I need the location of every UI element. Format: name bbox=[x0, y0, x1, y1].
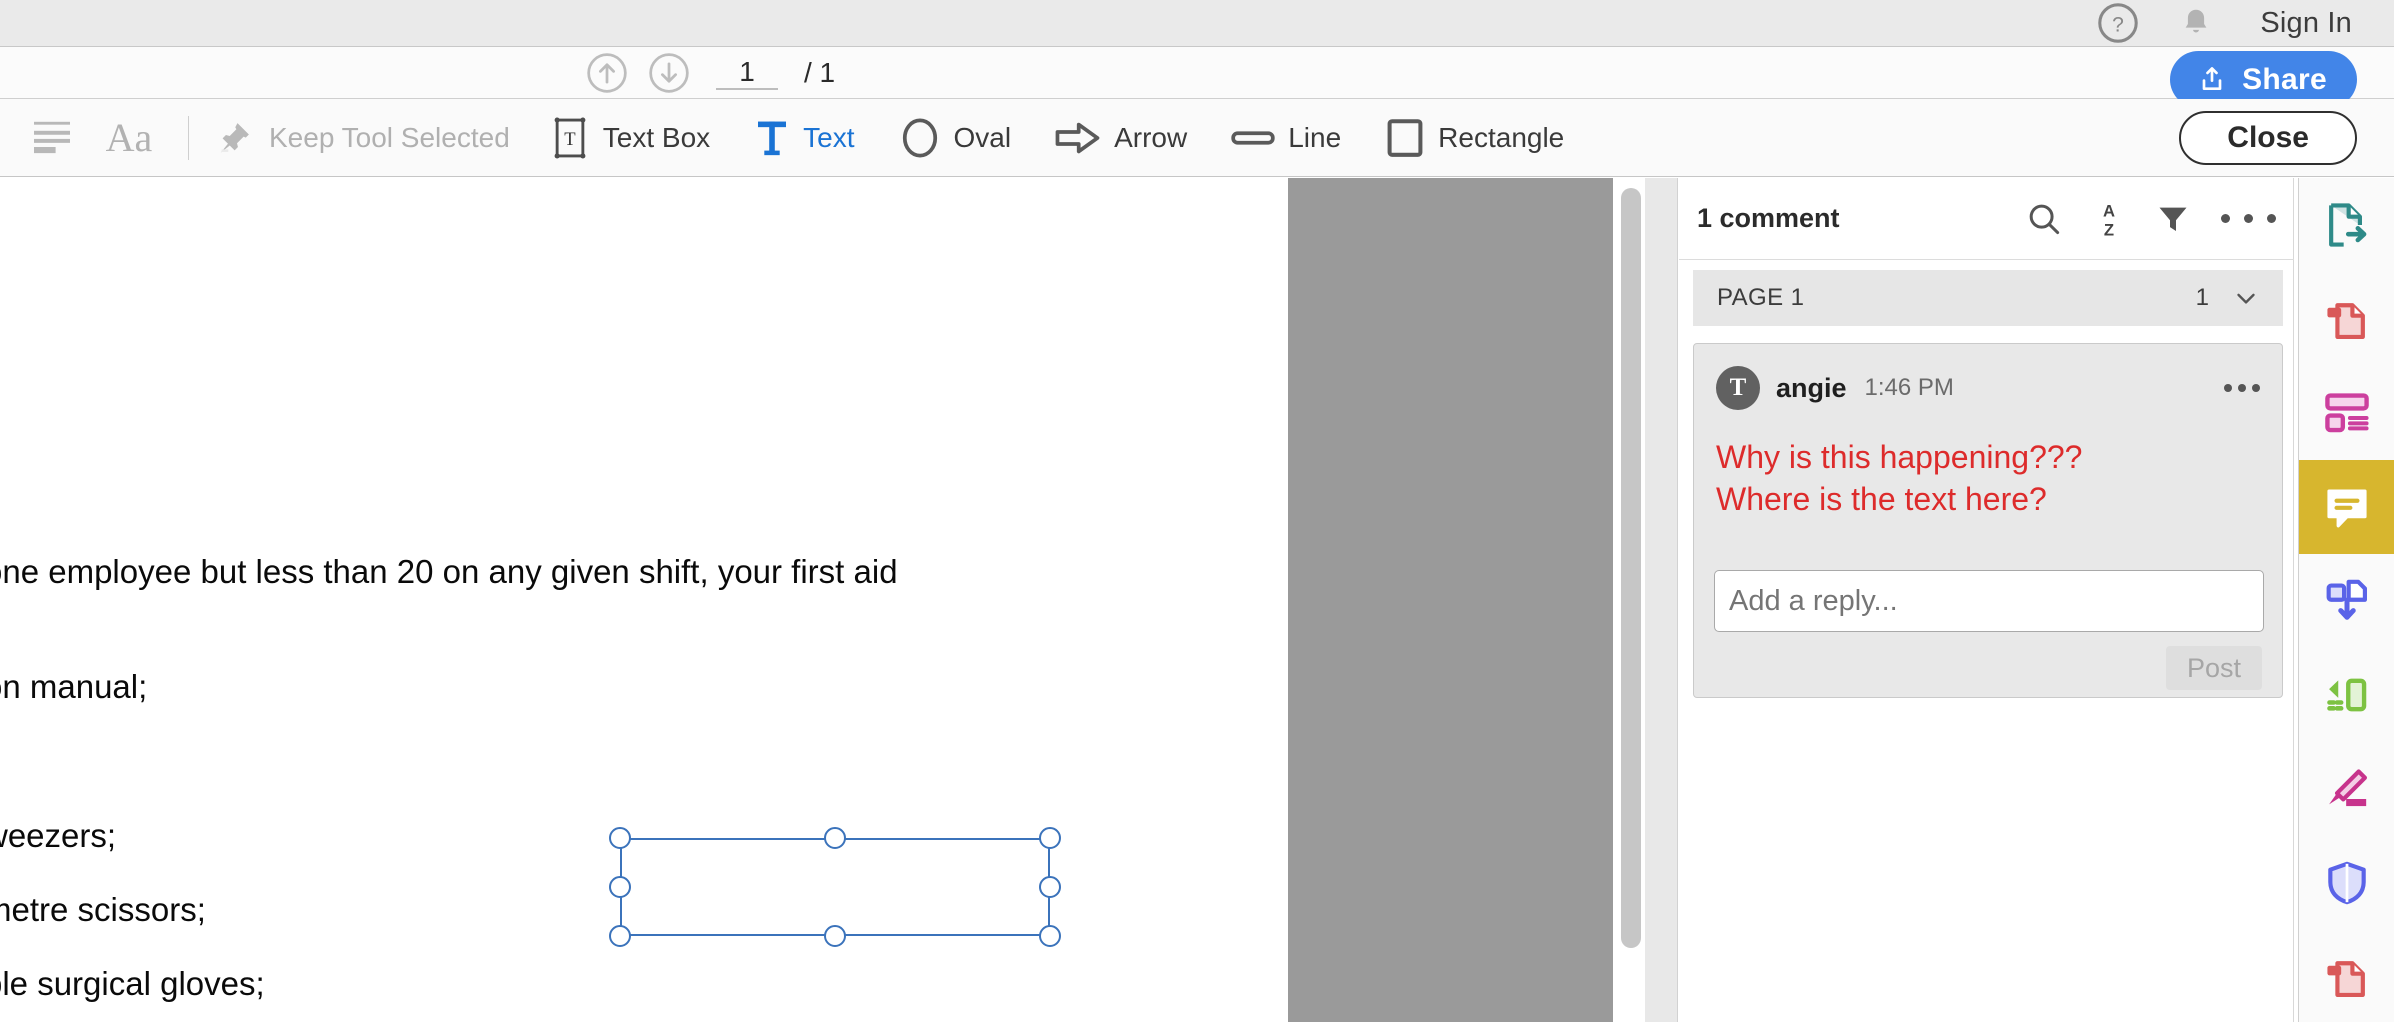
keep-tool-selected-toggle[interactable]: Keep Tool Selected bbox=[215, 99, 510, 177]
rectangle-tool[interactable]: Rectangle bbox=[1385, 99, 1564, 177]
oval-label: Oval bbox=[953, 121, 1012, 153]
document-text-line: weezers; bbox=[0, 817, 117, 854]
sign-in-button[interactable]: Sign In bbox=[2260, 7, 2352, 40]
line-tool[interactable]: Line bbox=[1231, 99, 1341, 177]
text-align-icon[interactable] bbox=[22, 120, 82, 156]
document-text-line: metre scissors; bbox=[0, 891, 206, 928]
oval-tool[interactable]: Oval bbox=[899, 99, 1012, 177]
toolbar-divider bbox=[188, 115, 189, 160]
comment-icon[interactable] bbox=[2299, 460, 2394, 554]
tools-rail bbox=[2298, 178, 2394, 1022]
share-label: Share bbox=[2242, 62, 2327, 96]
crop-page-icon[interactable] bbox=[2299, 648, 2394, 742]
document-text-line: one employee but less than 20 on any giv… bbox=[0, 553, 898, 590]
resize-handle-bottom-center[interactable] bbox=[824, 925, 846, 947]
arrow-down-circle-icon[interactable] bbox=[638, 47, 700, 99]
top-bar: ? Sign In bbox=[0, 0, 2394, 47]
text-box-tool[interactable]: T Text Box bbox=[550, 99, 710, 177]
comment-author: angie bbox=[1776, 372, 1847, 403]
organize-pages-icon[interactable] bbox=[2299, 366, 2394, 460]
fill-and-sign-icon[interactable] bbox=[2299, 742, 2394, 836]
font-size-icon[interactable]: Aa bbox=[96, 114, 162, 161]
page-group-meta: 1 bbox=[2196, 283, 2261, 313]
page-group-label: PAGE 1 bbox=[1717, 284, 1805, 311]
post-reply-button[interactable]: Post bbox=[2166, 646, 2262, 690]
chevron-down-icon[interactable] bbox=[2231, 283, 2261, 313]
oval-icon bbox=[899, 116, 941, 160]
page-group-count: 1 bbox=[2195, 284, 2209, 311]
document-scrollbar-thumb[interactable] bbox=[1621, 188, 1641, 948]
bell-icon[interactable] bbox=[2176, 0, 2216, 47]
page-total-label: / 1 bbox=[804, 57, 836, 88]
comment-body: Why is this happening??? Where is the te… bbox=[1716, 436, 2262, 520]
page-navigation-group: / 1 bbox=[576, 47, 835, 99]
avatar: T bbox=[1716, 366, 1760, 410]
arrow-right-icon bbox=[1055, 120, 1101, 156]
resize-handle-bottom-right[interactable] bbox=[1039, 925, 1061, 947]
more-horizontal-icon[interactable] bbox=[2224, 384, 2260, 392]
selection-rectangle bbox=[620, 838, 1050, 936]
sort-az-icon[interactable]: A Z bbox=[2093, 199, 2125, 239]
close-button[interactable]: Close bbox=[2179, 111, 2357, 165]
pin-icon bbox=[215, 118, 253, 158]
annotation-selection-box[interactable] bbox=[609, 827, 1061, 947]
protect-icon[interactable] bbox=[2299, 836, 2394, 930]
reply-input[interactable] bbox=[1714, 570, 2264, 632]
export-pdf-icon[interactable] bbox=[2299, 178, 2394, 272]
page-background-area bbox=[1288, 178, 1613, 1022]
svg-text:A: A bbox=[2103, 201, 2115, 220]
document-text-line: on manual; bbox=[0, 668, 148, 705]
text-tool[interactable]: Text bbox=[754, 99, 855, 177]
text-tool-label: Text bbox=[803, 121, 855, 153]
page-group-row[interactable]: PAGE 1 1 bbox=[1693, 270, 2283, 326]
comments-count-title: 1 comment bbox=[1697, 203, 1840, 233]
compress-icon[interactable] bbox=[2299, 930, 2394, 1024]
comment-body-line: Where is the text here? bbox=[1716, 481, 2047, 518]
resize-handle-top-center[interactable] bbox=[824, 827, 846, 849]
comment-timestamp: 1:46 PM bbox=[1864, 374, 1954, 401]
comments-panel: 1 comment A Z PAGE 1 1 T angie 1:46 PM W… bbox=[1679, 178, 2294, 1022]
text-box-icon: T bbox=[550, 116, 590, 160]
arrow-tool[interactable]: Arrow bbox=[1055, 99, 1187, 177]
keep-tool-selected-label: Keep Tool Selected bbox=[269, 121, 510, 153]
comment-body-line: Why is this happening??? bbox=[1716, 439, 2083, 475]
comment-card[interactable]: T angie 1:46 PM Why is this happening???… bbox=[1693, 343, 2283, 698]
resize-handle-top-right[interactable] bbox=[1039, 827, 1061, 849]
line-label: Line bbox=[1288, 121, 1342, 153]
annotation-toolbar: Aa Keep Tool Selected T Text Box Text Ov… bbox=[0, 99, 2394, 177]
search-icon[interactable] bbox=[2025, 200, 2063, 238]
comment-card-header: T angie 1:46 PM bbox=[1716, 366, 2260, 410]
filter-icon[interactable] bbox=[2155, 201, 2191, 237]
arrow-label: Arrow bbox=[1114, 121, 1188, 153]
document-canvas[interactable]: one employee but less than 20 on any giv… bbox=[0, 178, 1290, 1022]
line-icon bbox=[1231, 126, 1275, 150]
help-circle-icon[interactable]: ? bbox=[2094, 0, 2142, 47]
resize-handle-middle-right[interactable] bbox=[1039, 876, 1061, 898]
rectangle-icon bbox=[1385, 117, 1425, 159]
comments-header-actions: A Z bbox=[2025, 199, 2276, 239]
resize-handle-middle-left[interactable] bbox=[609, 876, 631, 898]
more-horizontal-icon[interactable] bbox=[2221, 214, 2276, 223]
text-box-label: Text Box bbox=[602, 121, 711, 153]
compress-pdf-icon[interactable] bbox=[2299, 272, 2394, 366]
page-navigation-bar: / 1 Share bbox=[0, 47, 2394, 108]
svg-text:T: T bbox=[564, 128, 576, 149]
resize-handle-bottom-left[interactable] bbox=[609, 925, 631, 947]
combine-files-icon[interactable] bbox=[2299, 554, 2394, 648]
rectangle-label: Rectangle bbox=[1438, 121, 1565, 153]
panel-gap-strip bbox=[1645, 178, 1678, 1022]
upload-icon bbox=[2196, 64, 2228, 96]
svg-text:?: ? bbox=[2112, 14, 2124, 37]
resize-handle-top-left[interactable] bbox=[609, 827, 631, 849]
page-number-input[interactable] bbox=[716, 56, 778, 90]
arrow-up-circle-icon[interactable] bbox=[576, 47, 638, 99]
document-text-line: ble surgical gloves; bbox=[0, 965, 265, 1002]
text-tool-icon bbox=[754, 117, 790, 159]
comments-panel-header: 1 comment A Z bbox=[1679, 178, 2294, 260]
svg-text:Z: Z bbox=[2104, 220, 2114, 238]
